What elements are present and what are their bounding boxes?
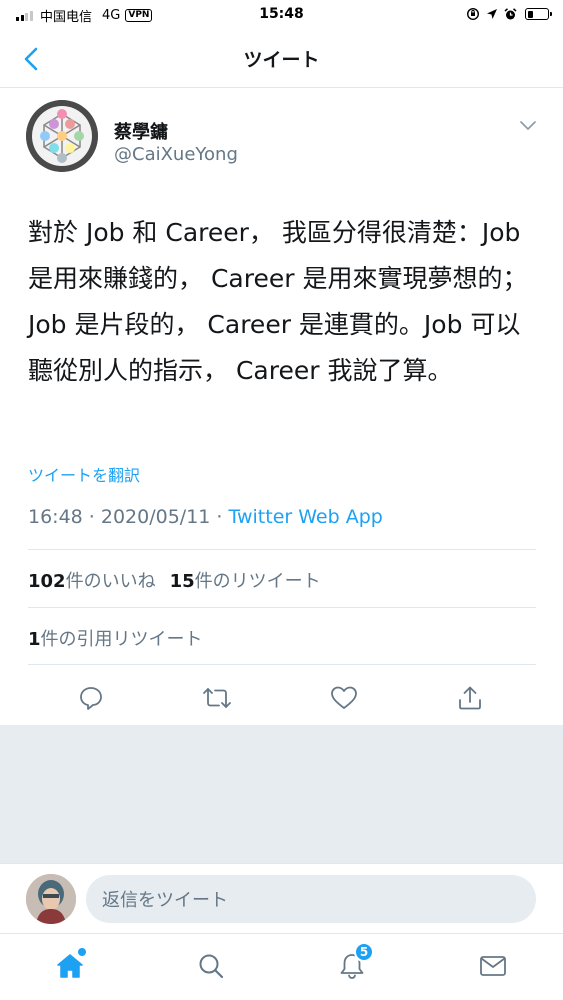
quotes-count: 1 [28,629,41,650]
tweet-source-link[interactable]: Twitter Web App [229,506,383,528]
replies-area [0,725,563,863]
share-icon [459,686,481,710]
retweet-icon [203,688,231,708]
tweet-timestamp: 16:48 · 2020/05/11 · [28,506,229,528]
battery-icon [525,8,552,20]
reply-icon [80,687,102,710]
author-avatar-image [26,100,98,172]
tweet-author: 蔡學鏞 @CaiXueYong [26,100,546,172]
status-bar-right [460,7,552,21]
author-handle[interactable]: @CaiXueYong [114,144,238,165]
reply-composer: 返信をツイート [0,863,563,933]
share-button[interactable] [452,680,488,716]
tweet-text: 對於 Job 和 Career， 我區分得很清楚：Job 是用來賺錢的， Car… [28,218,528,385]
quotes-stat[interactable]: 1件の引用リツイート [28,625,203,651]
retweets-count: 15 [169,571,195,592]
orientation-lock-icon [466,7,480,21]
status-bar: 中国电信 4G VPN 15:48 [0,0,563,30]
retweet-button[interactable] [199,680,235,716]
location-icon [487,9,497,19]
messages-icon [480,956,506,976]
chevron-down-icon [520,121,536,130]
divider [28,607,536,608]
retweets-label: 件のリツイート [194,571,321,592]
author-name[interactable]: 蔡學鏞 [114,118,168,144]
user-avatar[interactable] [26,874,76,924]
tab-notifications[interactable]: 5 [332,942,374,986]
like-button[interactable] [326,680,362,716]
tab-messages[interactable] [473,946,513,986]
engagement-stats: 102件のいいね 15件のリツイート [28,567,335,593]
page-title: ツイート [243,49,320,71]
likes-label: 件のいいね [65,571,156,592]
like-icon [331,686,357,709]
tab-bar: 5 [0,933,563,1000]
tweet-more-button[interactable] [516,116,540,136]
reply-button[interactable] [73,680,109,716]
divider [28,549,536,550]
home-unread-dot [78,948,86,956]
search-icon [199,954,224,979]
tweet-meta: 16:48 · 2020/05/11 · Twitter Web App [28,506,383,528]
tab-home[interactable] [50,946,90,986]
quotes-label: 件の引用リツイート [40,629,203,650]
user-avatar-image [26,874,76,924]
reply-input[interactable]: 返信をツイート [86,875,536,923]
nav-header: ツイート [0,30,563,88]
author-avatar[interactable] [26,100,98,172]
likes-stat[interactable]: 102件のいいね [28,567,156,593]
notifications-badge: 5 [354,942,374,962]
tweet-actions [0,680,563,716]
translate-tweet-link[interactable]: ツイートを翻訳 [28,462,140,486]
retweets-stat[interactable]: 15件のリツイート [170,567,321,593]
alarm-icon [504,7,517,19]
divider [28,664,536,665]
likes-count: 102 [28,571,66,592]
tab-search[interactable] [191,946,231,986]
